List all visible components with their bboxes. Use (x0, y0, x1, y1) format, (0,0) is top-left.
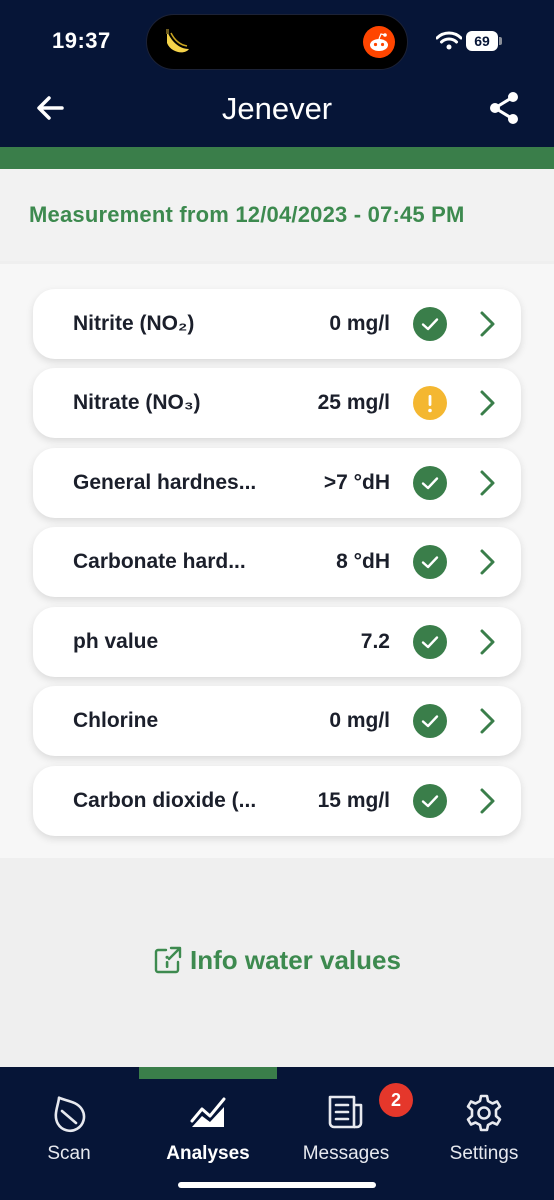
battery-level: 69 (466, 31, 498, 51)
status-ok-icon (413, 784, 447, 818)
tab-analyses[interactable]: Analyses (139, 1087, 277, 1167)
info-water-values-link[interactable]: Info water values (0, 938, 554, 982)
chevron-right-icon (480, 390, 495, 416)
share-button[interactable] (484, 88, 524, 128)
page-title: Jenever (221, 91, 333, 126)
parameter-name: Chlorine (73, 709, 159, 732)
gear-icon (466, 1094, 502, 1132)
info-link-label: Info water values (190, 945, 401, 975)
status-ok-icon (413, 466, 447, 500)
measurement-date: Measurement from 12/04/2023 - 07:45 PM (29, 202, 465, 227)
tab-label: Messages (302, 1143, 390, 1164)
parameter-name: General hardnes... (73, 471, 257, 494)
status-ok-icon (413, 625, 447, 659)
parameter-value: >7 °dH (323, 471, 390, 494)
messages-icon (328, 1095, 363, 1129)
wifi-icon (436, 31, 462, 50)
external-info-icon (154, 946, 182, 974)
app-header: 19:37 69 Jenever (0, 0, 554, 147)
chevron-right-icon (480, 470, 495, 496)
list-item[interactable]: Nitrite (NO₂) 0 mg/l (33, 289, 521, 359)
list-item[interactable]: Carbonate hard... 8 °dH (33, 527, 521, 597)
water-values-list: Nitrite (NO₂) 0 mg/l Nitrate (NO₃) 25 mg… (0, 264, 554, 858)
dynamic-island (146, 14, 408, 70)
home-indicator[interactable] (178, 1182, 376, 1188)
chevron-right-icon (480, 311, 495, 337)
list-item[interactable]: Carbon dioxide (... 15 mg/l (33, 766, 521, 836)
status-warning-icon (413, 386, 447, 420)
unread-count-badge: 2 (379, 1083, 413, 1117)
parameter-name: Carbonate hard... (73, 550, 246, 573)
reddit-icon (363, 26, 395, 58)
active-tab-indicator (139, 1067, 277, 1079)
parameter-value: 25 mg/l (317, 391, 390, 414)
status-bar: 19:37 69 (0, 0, 554, 84)
chart-icon (190, 1097, 226, 1127)
chevron-right-icon (480, 788, 495, 814)
list-item[interactable]: Nitrate (NO₃) 25 mg/l (33, 368, 521, 438)
status-ok-icon (413, 545, 447, 579)
battery-tip (499, 37, 502, 45)
parameter-name: Nitrate (NO₃) (73, 391, 201, 414)
list-item[interactable]: ph value 7.2 (33, 607, 521, 677)
list-item[interactable]: Chlorine 0 mg/l (33, 686, 521, 756)
status-time: 19:37 (52, 28, 111, 53)
parameter-value: 0 mg/l (329, 312, 390, 335)
tab-settings[interactable]: Settings (415, 1087, 553, 1167)
list-item[interactable]: General hardnes... >7 °dH (33, 448, 521, 518)
tab-label: Settings (449, 1143, 519, 1164)
battery-indicator: 69 (466, 31, 502, 51)
share-icon (490, 92, 518, 124)
parameter-value: 8 °dH (336, 550, 390, 573)
tab-label: Scan (47, 1143, 91, 1164)
tab-scan[interactable]: Scan (0, 1087, 138, 1167)
status-ok-icon (413, 307, 447, 341)
drop-scan-icon (54, 1096, 86, 1133)
banana-icon (166, 29, 189, 53)
chevron-right-icon (480, 549, 495, 575)
parameter-name: Nitrite (NO₂) (73, 312, 195, 335)
bottom-tab-bar: Scan Analyses 2 Messages Settings (0, 1067, 554, 1200)
status-ok-icon (413, 704, 447, 738)
parameter-name: ph value (73, 630, 159, 653)
parameter-value: 7.2 (360, 630, 390, 653)
parameter-name: Carbon dioxide (... (73, 789, 257, 812)
chevron-right-icon (480, 629, 495, 655)
header-accent-bar (0, 147, 554, 169)
chevron-right-icon (480, 708, 495, 734)
parameter-value: 15 mg/l (317, 789, 390, 812)
tab-messages[interactable]: 2 Messages (277, 1083, 415, 1167)
tab-label: Analyses (166, 1143, 250, 1164)
parameter-value: 0 mg/l (329, 709, 390, 732)
